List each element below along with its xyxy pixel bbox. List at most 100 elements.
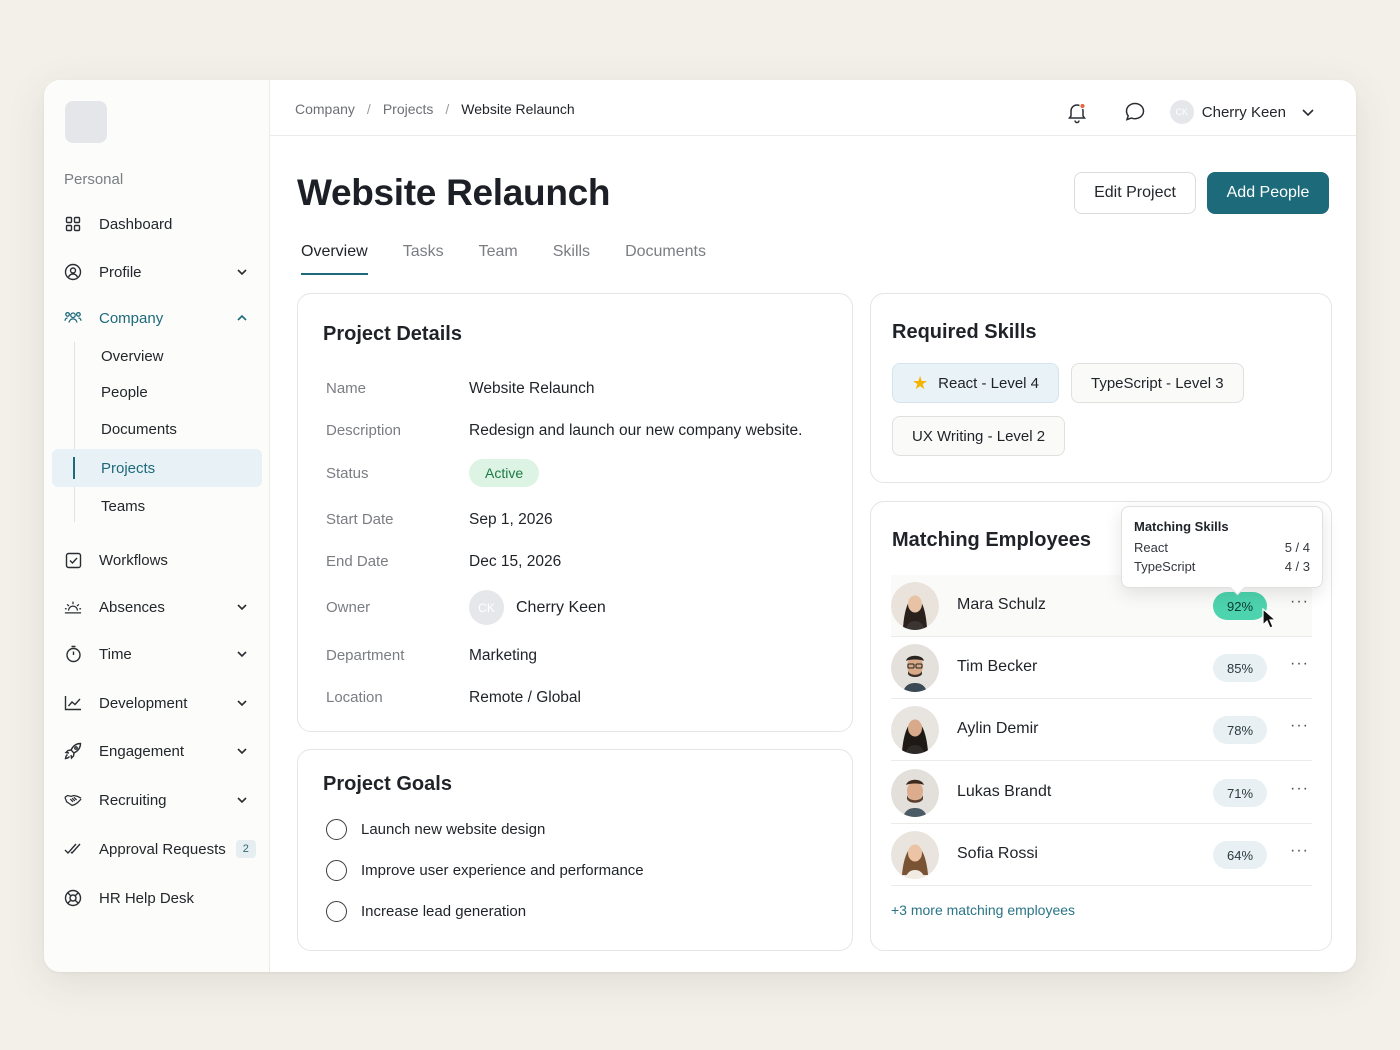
sidebar-sub-projects[interactable]: Projects [52, 449, 262, 487]
more-options-icon[interactable]: ··· [1290, 655, 1309, 673]
lifebuoy-icon [64, 889, 82, 907]
tooltip-title: Matching Skills [1134, 519, 1229, 534]
tab-skills[interactable]: Skills [553, 243, 590, 275]
tooltip-skill: React [1134, 540, 1168, 555]
match-percent-badge[interactable]: 78% [1213, 716, 1267, 744]
tooltip-skill: TypeScript [1134, 559, 1196, 574]
skill-label: TypeScript - Level 3 [1091, 374, 1224, 392]
sunrise-icon [64, 598, 82, 616]
detail-label: Status [326, 465, 369, 482]
chevron-down-icon [237, 700, 247, 707]
sidebar-item-label: Dashboard [99, 215, 173, 233]
star-icon: ★ [912, 372, 929, 393]
chat-bubble-icon[interactable] [1123, 100, 1147, 124]
sidebar-sub-documents[interactable]: Documents [52, 410, 262, 448]
sidebar-item-hr-help-desk[interactable]: HR Help Desk [52, 880, 262, 916]
goal-label: Increase lead generation [361, 903, 527, 920]
user-name: Cherry Keen [1201, 103, 1286, 121]
sidebar-item-development[interactable]: Development [52, 685, 262, 721]
sidebar-item-profile[interactable]: Profile [52, 254, 262, 290]
sidebar-item-company[interactable]: Company [52, 300, 262, 336]
owner-name: Cherry Keen [516, 598, 606, 616]
match-percent-badge[interactable]: 85% [1213, 654, 1267, 682]
skill-label: React - Level 4 [938, 374, 1040, 392]
breadcrumb-company[interactable]: Company [295, 101, 355, 117]
employee-name: Tim Becker [957, 658, 1038, 675]
more-options-icon[interactable]: ··· [1290, 842, 1309, 860]
sidebar-sub-teams[interactable]: Teams [52, 487, 262, 525]
match-percent-badge[interactable]: 64% [1213, 841, 1267, 869]
tab-documents[interactable]: Documents [625, 243, 706, 275]
tab-overview[interactable]: Overview [301, 243, 368, 275]
more-matching-link[interactable]: +3 more matching employees [891, 902, 1075, 918]
breadcrumb-current: Website Relaunch [461, 101, 575, 117]
sidebar-sub-people[interactable]: People [52, 373, 262, 411]
employee-name: Sofia Rossi [957, 845, 1038, 862]
radio-circle-icon[interactable] [326, 819, 347, 840]
detail-value-department: Marketing [469, 647, 538, 664]
tooltip-value: 5 / 4 [1284, 540, 1310, 555]
add-people-button[interactable]: Add People [1207, 172, 1329, 214]
detail-value-description: Redesign and launch our new company webs… [469, 422, 803, 439]
match-percent-badge[interactable]: 71% [1213, 779, 1267, 807]
tab-tasks[interactable]: Tasks [403, 243, 444, 275]
page-title: Website Relaunch [297, 172, 611, 213]
tooltip-row: TypeScript 4 / 3 [1134, 559, 1310, 574]
table-row[interactable]: Aylin Demir 78% ··· [891, 699, 1312, 761]
skill-chip[interactable]: TypeScript - Level 3 [1071, 363, 1244, 403]
more-options-icon[interactable]: ··· [1290, 593, 1309, 611]
chart-line-icon [64, 694, 82, 712]
sidebar-item-time[interactable]: Time [52, 636, 262, 672]
sidebar-item-absences[interactable]: Absences [52, 589, 262, 625]
radio-circle-icon[interactable] [326, 901, 347, 922]
detail-value-owner[interactable]: CK Cherry Keen [469, 590, 606, 625]
sidebar-item-label: Engagement [99, 742, 185, 760]
rocket-icon [64, 742, 82, 760]
sidebar-item-approval-requests[interactable]: Approval Requests 2 [52, 831, 262, 867]
tab-team[interactable]: Team [479, 243, 518, 275]
sidebar-item-dashboard[interactable]: Dashboard [52, 206, 262, 242]
more-options-icon[interactable]: ··· [1290, 717, 1309, 735]
detail-value-location: Remote / Global [469, 689, 581, 706]
sidebar-item-recruiting[interactable]: Recruiting [52, 782, 262, 818]
skill-label: UX Writing - Level 2 [912, 427, 1046, 445]
skill-chip[interactable]: ★ React - Level 4 [892, 363, 1060, 403]
status-badge: Active [469, 459, 540, 487]
radio-circle-icon[interactable] [326, 860, 347, 881]
sidebar-sub-overview[interactable]: Overview [52, 337, 262, 375]
project-goals-card: Project Goals Launch new website design … [297, 749, 853, 951]
logo[interactable] [65, 101, 107, 143]
employee-name: Mara Schulz [957, 596, 1046, 613]
table-row[interactable]: Sofia Rossi 64% ··· [891, 824, 1312, 886]
sidebar-item-engagement[interactable]: Engagement [52, 733, 262, 769]
bell-icon[interactable] [1065, 100, 1089, 124]
sidebar-item-label: Development [99, 694, 188, 712]
user-menu[interactable]: CK Cherry Keen [1169, 100, 1316, 124]
breadcrumb-projects[interactable]: Projects [383, 101, 434, 117]
user-circle-icon [64, 263, 82, 281]
sidebar-item-label: Time [99, 645, 132, 663]
table-row[interactable]: Lukas Brandt 71% ··· [891, 762, 1312, 824]
avatar [891, 582, 939, 630]
sidebar-item-workflows[interactable]: Workflows [52, 542, 262, 578]
table-row[interactable]: Tim Becker 85% ··· [891, 637, 1312, 699]
sidebar-item-label: Profile [99, 263, 142, 281]
more-options-icon[interactable]: ··· [1290, 780, 1309, 798]
breadcrumb-separator: / [445, 101, 450, 117]
approval-count-badge: 2 [235, 840, 256, 858]
skill-chip[interactable]: UX Writing - Level 2 [892, 416, 1066, 456]
goal-item[interactable]: Increase lead generation [326, 901, 526, 922]
detail-label: Owner [326, 599, 371, 616]
breadcrumb: Company / Projects / Website Relaunch [295, 101, 575, 117]
avatar [891, 831, 939, 879]
match-percent-badge[interactable]: 92% [1213, 592, 1267, 620]
card-title: Project Details [323, 323, 462, 345]
goal-item[interactable]: Launch new website design [326, 819, 545, 840]
mouse-cursor-icon [1262, 608, 1278, 629]
tab-bar: Overview Tasks Team Skills Documents [301, 243, 741, 275]
chevron-down-icon [237, 748, 247, 755]
edit-project-button[interactable]: Edit Project [1074, 172, 1196, 214]
detail-value-status: Active [469, 459, 540, 487]
chevron-down-icon [1302, 109, 1314, 117]
goal-item[interactable]: Improve user experience and performance [326, 860, 644, 881]
